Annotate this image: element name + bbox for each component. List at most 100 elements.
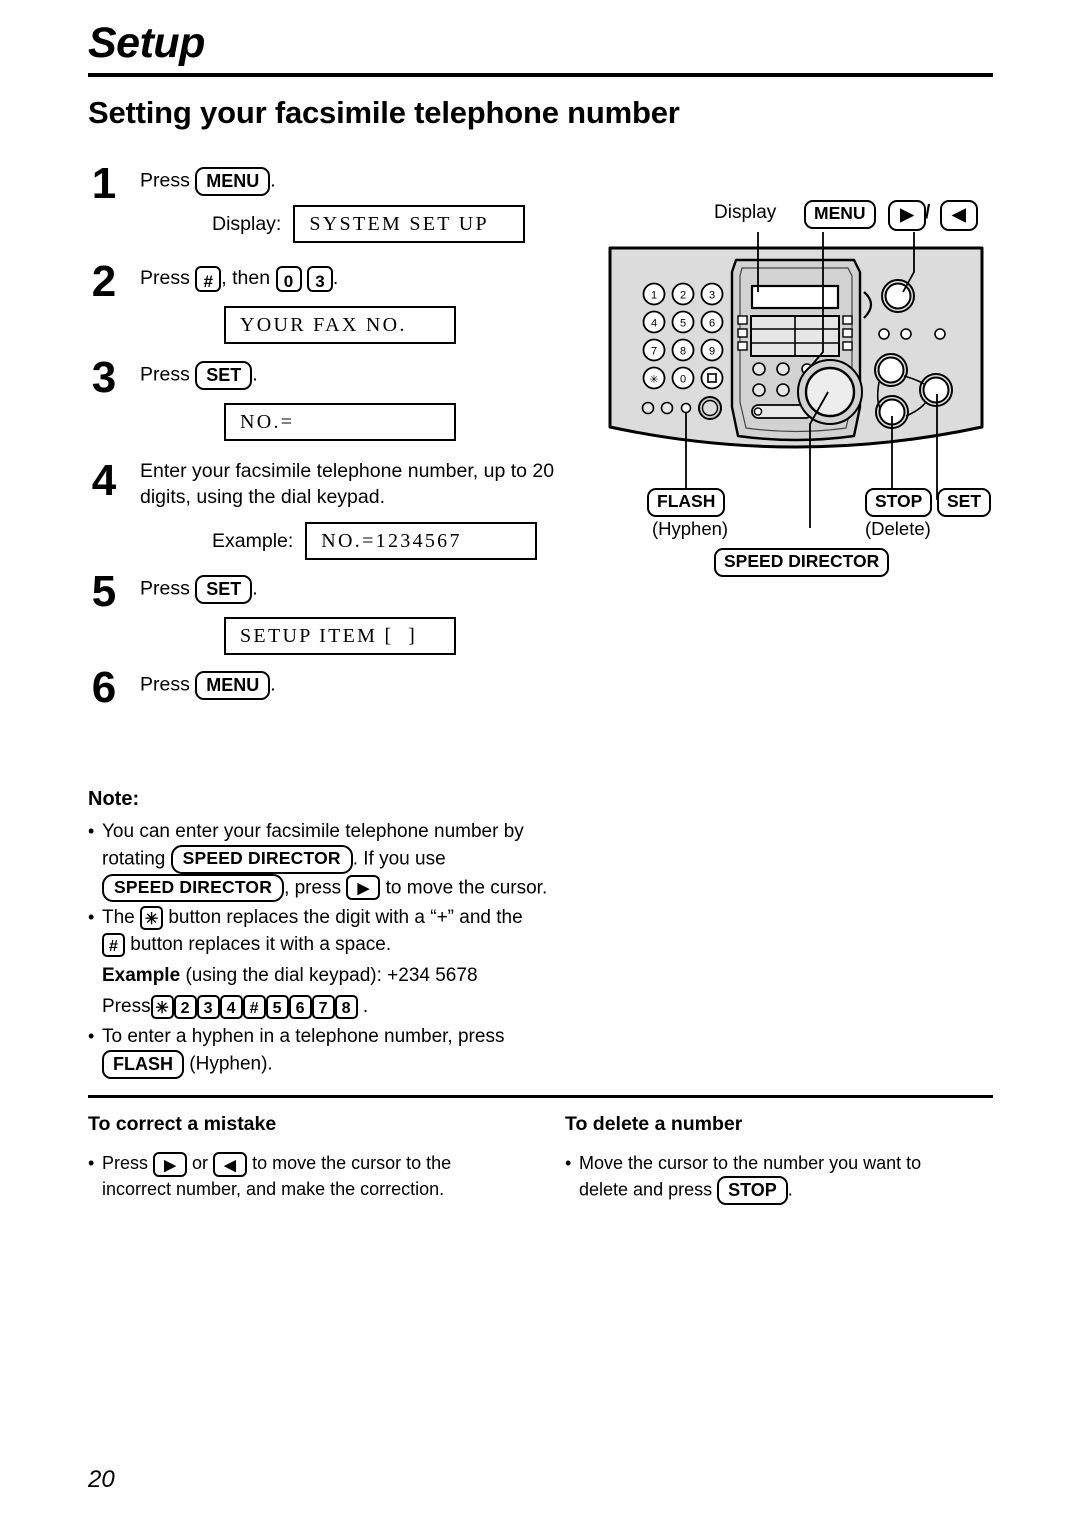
console-button-4	[752, 383, 766, 397]
note-bullet-2: The ✳ button replaces the digit with a “…	[88, 904, 588, 958]
keypad-key-3[interactable]: 3	[196, 994, 220, 1019]
body-text: .	[787, 1179, 793, 1200]
hyphen-callout-label: (Hyphen)	[652, 518, 729, 539]
set-key[interactable]: SET	[195, 361, 253, 390]
step-number: 5	[91, 567, 117, 616]
flash-callout-label: FLASH	[647, 488, 726, 517]
body-text: Press	[102, 1153, 149, 1173]
set-callout-label: SET	[937, 488, 992, 517]
body-text: to move the cursor to the	[252, 1153, 452, 1173]
machine-lcd-screen	[750, 284, 840, 310]
keypad-key-hash[interactable]: #	[242, 994, 266, 1019]
step-text: Enter your facsimile telephone number, u…	[140, 460, 555, 508]
step-period: .	[270, 673, 276, 696]
step-content: Press MENU. Display: SYSTEM SET UP	[140, 163, 578, 243]
hash-key[interactable]: #	[195, 265, 222, 292]
note-press-line: Press ✳ 2 3 4 #5 6 7 8 .	[88, 993, 588, 1020]
correct-mistake-bullet: Press ▶ or ◀ to move the cursor to the i…	[88, 1151, 538, 1202]
menu-key[interactable]: MENU	[195, 671, 271, 700]
menu-key[interactable]: MENU	[195, 167, 271, 196]
correct-mistake-section: To correct a mistake Press ▶ or ◀ to mov…	[88, 1112, 538, 1202]
set-key[interactable]: SET	[195, 575, 253, 604]
asterisk-key[interactable]: ✳	[140, 905, 164, 930]
step-number: 2	[91, 257, 117, 306]
delete-callout-label: (Delete)	[865, 518, 931, 539]
note-text: button replaces it with a space.	[130, 934, 392, 955]
lcd-display: YOUR FAX NO.	[224, 305, 456, 344]
keypad-key-7[interactable]: 7	[311, 994, 335, 1019]
keypad-label-1: 1	[651, 290, 657, 302]
note-text: rotating	[102, 848, 166, 870]
step-2: 2 Press #, then 0 3. YOUR FAX NO.	[78, 257, 578, 357]
fax-machine-illustration: 1 2 3 4 5 6 7 8 9 ✳ 0	[608, 232, 984, 528]
left-arrow-key[interactable]: ◀	[213, 1151, 248, 1177]
step-1: 1 Press MENU. Display: SYSTEM SET UP	[78, 159, 578, 261]
keypad-key-hash	[700, 366, 724, 390]
display-row: NO.=	[212, 403, 578, 441]
keypad-key-6[interactable]: 6	[288, 994, 312, 1019]
hash-key[interactable]: #	[102, 932, 125, 957]
keypad-label-0: 0	[680, 374, 686, 386]
step-6: 6 Press MENU.	[78, 666, 578, 727]
note-text: , press	[284, 876, 342, 898]
press-label: Press	[102, 996, 151, 1017]
indicator-light-1	[878, 328, 890, 340]
step-content: Press SET. SETUP ITEM [ ]	[140, 571, 578, 655]
press-period: .	[362, 996, 369, 1017]
delete-number-section: To delete a number Move the cursor to th…	[565, 1112, 995, 1205]
keypad-label-8: 8	[680, 346, 686, 358]
stop-key[interactable]: STOP	[717, 1176, 788, 1205]
lower-left-large-button-inner	[701, 399, 719, 417]
step-4: 4 Enter your facsimile telephone number,…	[78, 454, 578, 571]
flash-button	[680, 402, 692, 414]
display-row: Example: NO.=1234567	[212, 522, 578, 560]
keypad-key-5[interactable]: 5	[265, 994, 289, 1019]
digit-key-3[interactable]: 3	[306, 265, 333, 292]
flash-key[interactable]: FLASH	[102, 1050, 184, 1079]
manual-page: Setup Setting your facsimile telephone n…	[0, 0, 1080, 1526]
display-label: Example:	[212, 530, 294, 552]
keypad-label-9: 9	[709, 346, 715, 358]
fax-machine-figure: Display MENU ▶ / ◀ 1 2 3 4 5 6 7 8 9 ✳ 0…	[596, 200, 996, 577]
step-content: Enter your facsimile telephone number, u…	[140, 454, 578, 560]
note-text: The	[102, 907, 135, 928]
menu-callout-label: MENU	[804, 200, 876, 229]
right-arrow-key[interactable]: ▶	[346, 875, 381, 901]
set-button	[922, 376, 950, 404]
chapter-title: Setup	[88, 19, 205, 67]
speed-director-key[interactable]: SPEED DIRECTOR	[102, 873, 285, 902]
left-arrow-callout-label: ◀	[940, 200, 978, 231]
right-arrow-key[interactable]: ▶	[153, 1151, 188, 1177]
console-button-5	[776, 383, 790, 397]
keypad-key-4[interactable]: 4	[219, 994, 243, 1019]
navigator-key	[884, 282, 912, 310]
step-text: Press	[140, 363, 190, 386]
side-tab-left-1	[737, 315, 748, 325]
keypad-key-8[interactable]: 8	[334, 994, 358, 1019]
keypad-key-2[interactable]: 2	[173, 994, 197, 1019]
step-number: 1	[91, 159, 117, 208]
display-label: Display:	[212, 213, 282, 235]
step-text: Press	[140, 673, 190, 696]
note-text: to move the cursor.	[385, 876, 548, 898]
page-number: 20	[88, 1466, 115, 1493]
lcd-display: SETUP ITEM [ ]	[224, 617, 456, 655]
example-label: Example	[102, 965, 181, 986]
lower-left-button-1	[641, 401, 655, 415]
step-number: 3	[91, 353, 117, 402]
speed-director-key[interactable]: SPEED DIRECTOR	[170, 845, 353, 874]
step-text: Press	[140, 577, 190, 600]
note-text: You can enter your facsimile telephone n…	[102, 821, 524, 842]
keypad-key-asterisk[interactable]: ✳	[150, 994, 174, 1019]
bottom-divider	[88, 1095, 993, 1098]
function-button-1	[877, 356, 905, 384]
note-block: Note: You can enter your facsimile telep…	[88, 786, 588, 1079]
digit-key-0[interactable]: 0	[275, 265, 302, 292]
display-callout-label: Display	[714, 202, 777, 223]
step-content: Press SET. NO.=	[140, 357, 578, 441]
keypad-label-3: 3	[709, 290, 715, 302]
step-period: .	[252, 363, 258, 386]
body-text: Move the cursor to the number you want t…	[579, 1153, 922, 1173]
step-period: .	[252, 577, 258, 600]
procedure-steps: 1 Press MENU. Display: SYSTEM SET UP 2 P…	[78, 159, 578, 727]
